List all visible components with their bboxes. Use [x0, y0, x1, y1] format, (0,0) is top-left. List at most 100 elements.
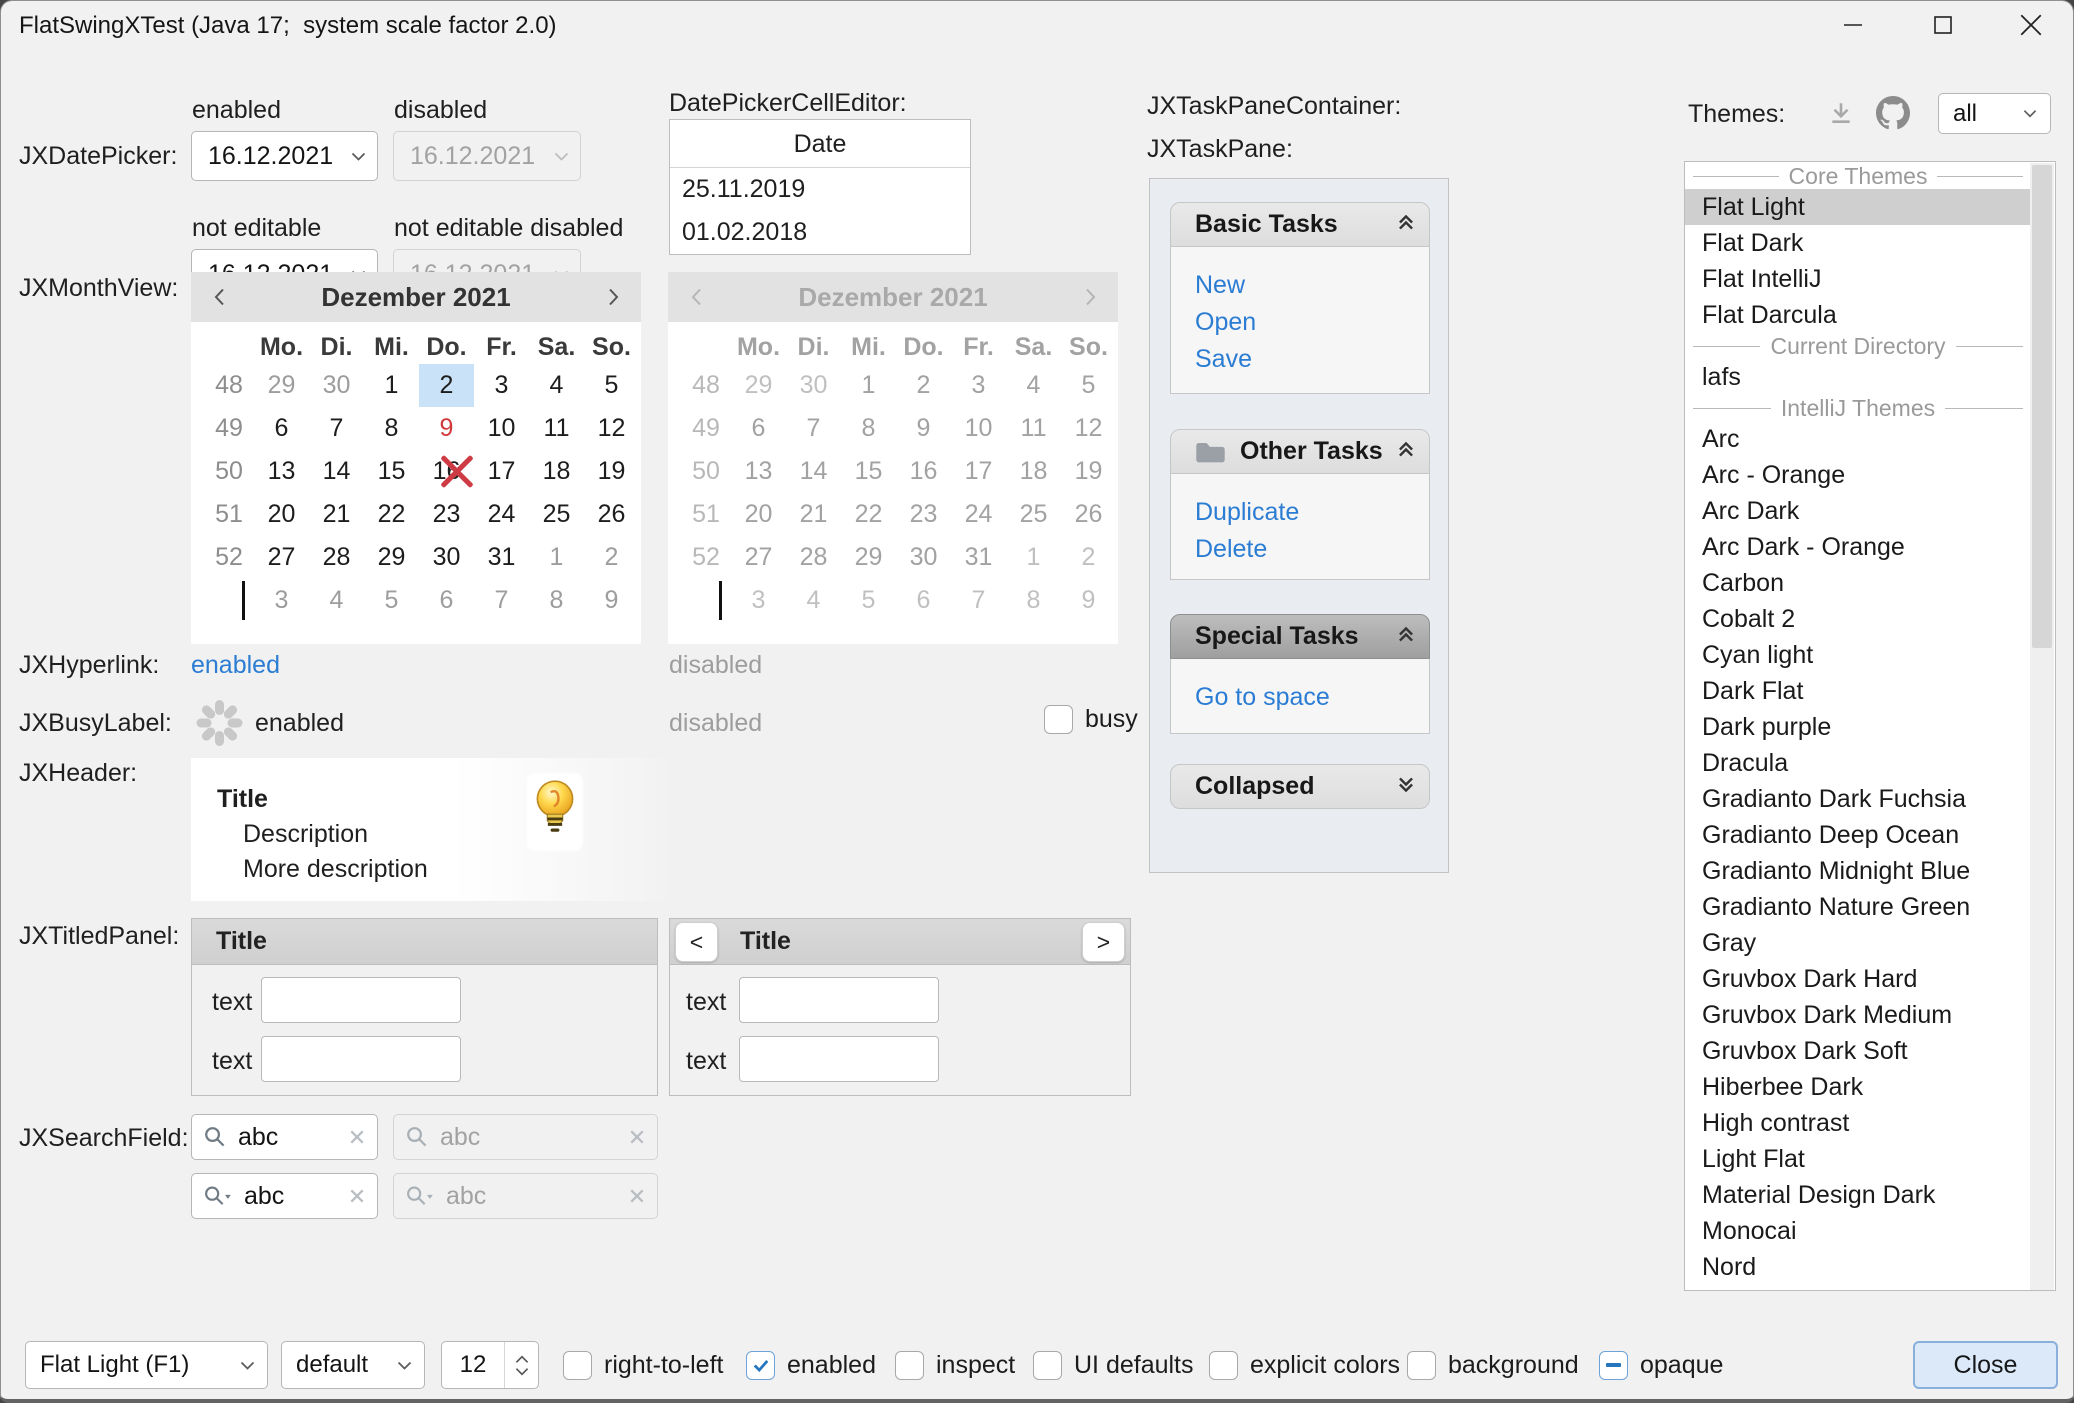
- day-cell[interactable]: 25: [529, 493, 584, 536]
- busy-checkbox-group[interactable]: busy: [1044, 699, 1138, 739]
- clear-icon[interactable]: [349, 1129, 365, 1145]
- checkbox-opaque[interactable]: [1599, 1351, 1628, 1380]
- minimize-button[interactable]: [1821, 1, 1885, 49]
- theme-list-item[interactable]: Gradianto Deep Ocean: [1685, 817, 2031, 853]
- theme-list-item[interactable]: Gruvbox Dark Hard: [1685, 961, 2031, 997]
- taskpane-header[interactable]: Special Tasks: [1170, 614, 1430, 659]
- title-bar[interactable]: FlatSwingXTest (Java 17; system scale fa…: [1, 1, 2073, 49]
- taskpane-link-duplicate[interactable]: Duplicate: [1195, 494, 1429, 531]
- taskpane-header[interactable]: Collapsed: [1170, 764, 1430, 809]
- day-cell[interactable]: 21: [309, 493, 364, 536]
- text-field[interactable]: [739, 1036, 939, 1082]
- titled-panel-right-button[interactable]: >: [1082, 922, 1125, 962]
- theme-list-item[interactable]: Arc Dark: [1685, 493, 2031, 529]
- day-cell[interactable]: 6: [254, 407, 309, 450]
- day-cell[interactable]: 26: [584, 493, 639, 536]
- monthview-enabled[interactable]: Dezember 2021 Mo.Di.Mi.Do.Fr.Sa.So.48293…: [191, 272, 641, 644]
- table-row[interactable]: 01.02.2018: [670, 211, 970, 254]
- theme-list-item[interactable]: Gradianto Nature Green: [1685, 889, 2031, 925]
- previous-month-button[interactable]: [191, 288, 247, 306]
- day-cell[interactable]: 8: [529, 579, 584, 622]
- theme-list-item[interactable]: Dracula: [1685, 745, 2031, 781]
- font-size-spinner[interactable]: 12: [441, 1341, 539, 1389]
- chevron-double-down-icon[interactable]: [1397, 776, 1415, 798]
- theme-list-item[interactable]: Carbon: [1685, 565, 2031, 601]
- theme-list-item[interactable]: Flat Dark: [1685, 225, 2031, 261]
- checkbox-right-to-left[interactable]: [563, 1351, 592, 1380]
- theme-list-item[interactable]: Material Design Dark: [1685, 1177, 2031, 1213]
- table-column-header[interactable]: Date: [670, 120, 970, 168]
- close-button[interactable]: Close: [1913, 1341, 2058, 1389]
- next-month-button[interactable]: [585, 288, 641, 306]
- hyperlink-enabled[interactable]: enabled: [191, 651, 280, 679]
- theme-list-item[interactable]: Arc: [1685, 421, 2031, 457]
- checkbox-enabled[interactable]: [746, 1351, 775, 1380]
- day-cell[interactable]: 17: [474, 450, 529, 493]
- day-cell[interactable]: 22: [364, 493, 419, 536]
- theme-list-item[interactable]: Nord: [1685, 1249, 2031, 1285]
- day-cell[interactable]: 30: [309, 364, 364, 407]
- theme-list-item[interactable]: Flat Darcula: [1685, 297, 2031, 333]
- taskpane-link-save[interactable]: Save: [1195, 341, 1429, 378]
- github-button[interactable]: [1873, 93, 1913, 133]
- checkbox-group-opaque[interactable]: opaque: [1599, 1341, 1723, 1389]
- checkbox-explicit-colors[interactable]: [1209, 1351, 1238, 1380]
- day-cell[interactable]: 27: [254, 536, 309, 579]
- checkbox-group-right-to-left[interactable]: right-to-left: [563, 1341, 723, 1389]
- day-cell[interactable]: 3: [254, 579, 309, 622]
- day-cell[interactable]: 11: [529, 407, 584, 450]
- table-row[interactable]: 25.11.2019: [670, 168, 970, 211]
- checkbox-ui-defaults[interactable]: [1033, 1351, 1062, 1380]
- clear-icon[interactable]: [349, 1188, 365, 1204]
- checkbox-group-explicit-colors[interactable]: explicit colors: [1209, 1341, 1400, 1389]
- day-cell[interactable]: 4: [529, 364, 584, 407]
- day-cell[interactable]: 9: [419, 407, 474, 450]
- taskpane-link-new[interactable]: New: [1195, 267, 1429, 304]
- day-cell[interactable]: 29: [364, 536, 419, 579]
- datepicker-value[interactable]: 16.12.2021: [192, 142, 339, 171]
- search-input[interactable]: [226, 1123, 349, 1152]
- day-cell[interactable]: 13: [254, 450, 309, 493]
- datepicker-enabled[interactable]: 16.12.2021: [191, 131, 378, 181]
- day-cell[interactable]: 20: [254, 493, 309, 536]
- theme-list-item[interactable]: Gradianto Midnight Blue: [1685, 853, 2031, 889]
- day-cell[interactable]: 31: [474, 536, 529, 579]
- theme-list-item[interactable]: Dark Flat: [1685, 673, 2031, 709]
- text-field[interactable]: [261, 1036, 461, 1082]
- chevron-double-up-icon[interactable]: [1397, 214, 1415, 236]
- day-cell[interactable]: 4: [309, 579, 364, 622]
- datepicker-cell-editor-table[interactable]: Date 25.11.2019 01.02.2018: [669, 119, 971, 255]
- scrollbar-track[interactable]: [2030, 163, 2054, 1291]
- busy-checkbox[interactable]: [1044, 705, 1073, 734]
- day-cell[interactable]: 14: [309, 450, 364, 493]
- theme-list-item[interactable]: Gruvbox Dark Medium: [1685, 997, 2031, 1033]
- theme-list-item[interactable]: Hiberbee Dark: [1685, 1069, 2031, 1105]
- chevron-double-up-icon[interactable]: [1397, 441, 1415, 463]
- theme-list-item[interactable]: Gruvbox Dark Soft: [1685, 1033, 2031, 1069]
- day-cell[interactable]: 5: [364, 579, 419, 622]
- day-cell[interactable]: 10: [474, 407, 529, 450]
- laf-combo[interactable]: Flat Light (F1): [25, 1341, 268, 1389]
- day-cell[interactable]: 2: [419, 364, 474, 407]
- download-themes-button[interactable]: [1823, 95, 1859, 131]
- day-cell[interactable]: 3: [474, 364, 529, 407]
- theme-list-item[interactable]: Cobalt 2: [1685, 601, 2031, 637]
- font-size-value[interactable]: 12: [442, 1342, 504, 1388]
- day-cell[interactable]: 6: [419, 579, 474, 622]
- checkbox-group-background[interactable]: background: [1407, 1341, 1579, 1389]
- taskpane-link-open[interactable]: Open: [1195, 304, 1429, 341]
- search-field-enabled[interactable]: [191, 1114, 378, 1160]
- day-cell[interactable]: 18: [529, 450, 584, 493]
- theme-list-item[interactable]: Flat Light: [1685, 189, 2031, 225]
- day-cell[interactable]: 24: [474, 493, 529, 536]
- search-field-with-menu[interactable]: [191, 1173, 378, 1219]
- day-cell[interactable]: 19: [584, 450, 639, 493]
- checkbox-group-inspect[interactable]: inspect: [895, 1341, 1015, 1389]
- day-cell[interactable]: 1: [364, 364, 419, 407]
- day-cell[interactable]: 23: [419, 493, 474, 536]
- theme-list-item[interactable]: Gradianto Dark Fuchsia: [1685, 781, 2031, 817]
- taskpane-link-go-to-space[interactable]: Go to space: [1195, 679, 1429, 716]
- chevron-double-up-icon[interactable]: [1397, 626, 1415, 648]
- theme-list-item[interactable]: Gray: [1685, 925, 2031, 961]
- day-cell[interactable]: 7: [309, 407, 364, 450]
